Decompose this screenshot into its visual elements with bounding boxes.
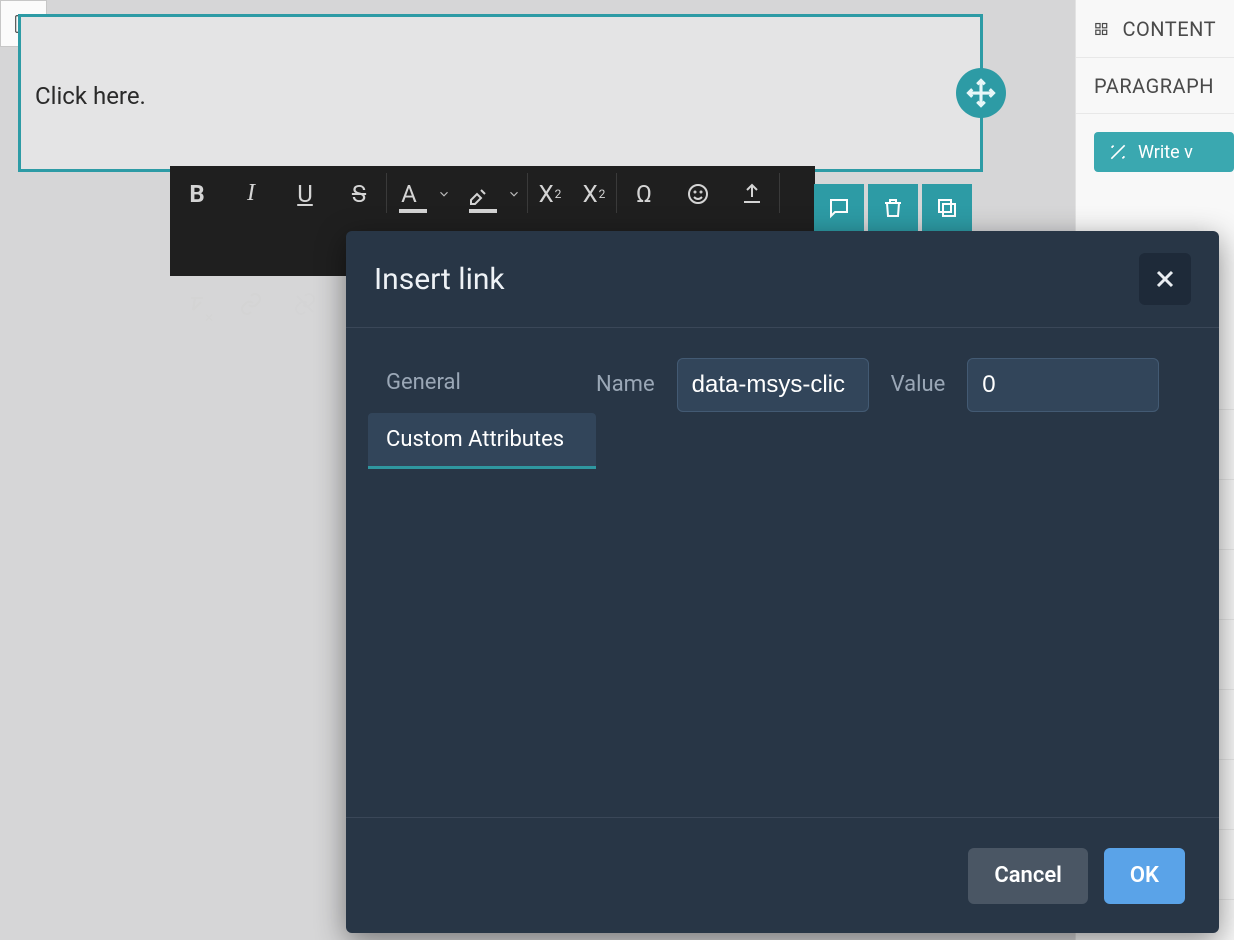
special-char-button[interactable]: Ω <box>617 166 671 221</box>
selected-content-block[interactable] <box>18 14 983 172</box>
name-input[interactable] <box>677 358 869 412</box>
trash-icon <box>881 196 905 220</box>
toolbar-separator <box>779 173 780 213</box>
comment-button[interactable] <box>814 184 864 232</box>
smile-icon <box>686 182 710 206</box>
italic-button[interactable]: I <box>224 166 278 221</box>
dialog-header: Insert link <box>346 231 1219 327</box>
duplicate-button[interactable] <box>922 184 972 232</box>
emoji-button[interactable] <box>671 166 725 221</box>
highlighter-icon <box>467 182 491 206</box>
copy-icon <box>935 196 959 220</box>
chevron-down-icon <box>437 187 451 201</box>
close-icon <box>1153 267 1177 291</box>
close-button[interactable] <box>1139 253 1191 305</box>
text-color-button[interactable]: A <box>387 166 431 221</box>
custom-attribute-form: Name Value <box>596 356 1191 817</box>
block-actions <box>814 184 972 232</box>
dialog-title: Insert link <box>374 262 505 297</box>
cancel-button[interactable]: Cancel <box>968 848 1088 904</box>
chevron-down-icon <box>507 187 521 201</box>
highlight-button[interactable] <box>457 166 501 221</box>
value-input[interactable] <box>967 358 1159 412</box>
insert-link-button[interactable] <box>224 276 278 331</box>
insert-link-dialog: Insert link General Custom Attributes Na… <box>346 231 1219 933</box>
panel-tab-content-label: CONTENT <box>1123 17 1216 41</box>
upload-button[interactable] <box>725 166 779 221</box>
write-with-ai-button[interactable]: Write v <box>1094 132 1234 172</box>
text-color-swatch <box>399 209 427 213</box>
highlight-dropdown[interactable] <box>501 166 527 221</box>
upload-icon <box>740 182 764 206</box>
panel-tab-content[interactable]: CONTENT <box>1076 0 1234 58</box>
value-label: Value <box>891 358 946 397</box>
magic-wand-icon <box>1108 142 1128 162</box>
unlink-icon <box>293 292 317 316</box>
delete-button[interactable] <box>868 184 918 232</box>
ok-button[interactable]: OK <box>1104 848 1185 904</box>
write-label: Write v <box>1138 142 1193 163</box>
link-icon <box>239 292 263 316</box>
superscript-button[interactable]: X2 <box>528 166 572 221</box>
block-text[interactable]: Click here. <box>35 82 146 110</box>
name-label: Name <box>596 358 655 397</box>
move-icon <box>966 78 996 108</box>
highlight-swatch <box>469 209 497 213</box>
tab-general[interactable]: General <box>368 356 596 409</box>
tab-custom-attributes[interactable]: Custom Attributes <box>368 413 596 469</box>
panel-paragraph-label: PARAGRAPH <box>1094 74 1214 98</box>
dialog-tabs: General Custom Attributes <box>346 356 596 817</box>
grid-icon <box>1094 17 1109 41</box>
panel-section-paragraph[interactable]: PARAGRAPH <box>1076 58 1234 114</box>
dialog-body: General Custom Attributes Name Value <box>346 328 1219 817</box>
clear-formatting-button[interactable]: ✕ <box>170 276 224 331</box>
underline-button[interactable]: U <box>278 166 332 221</box>
remove-link-button[interactable] <box>278 276 332 331</box>
text-color-dropdown[interactable] <box>431 166 457 221</box>
subscript-button[interactable]: X2 <box>572 166 616 221</box>
bold-button[interactable]: B <box>170 166 224 221</box>
strikethrough-button[interactable]: S <box>332 166 386 221</box>
move-handle[interactable] <box>956 68 1006 118</box>
comment-icon <box>827 196 851 220</box>
dialog-footer: Cancel OK <box>346 817 1219 933</box>
